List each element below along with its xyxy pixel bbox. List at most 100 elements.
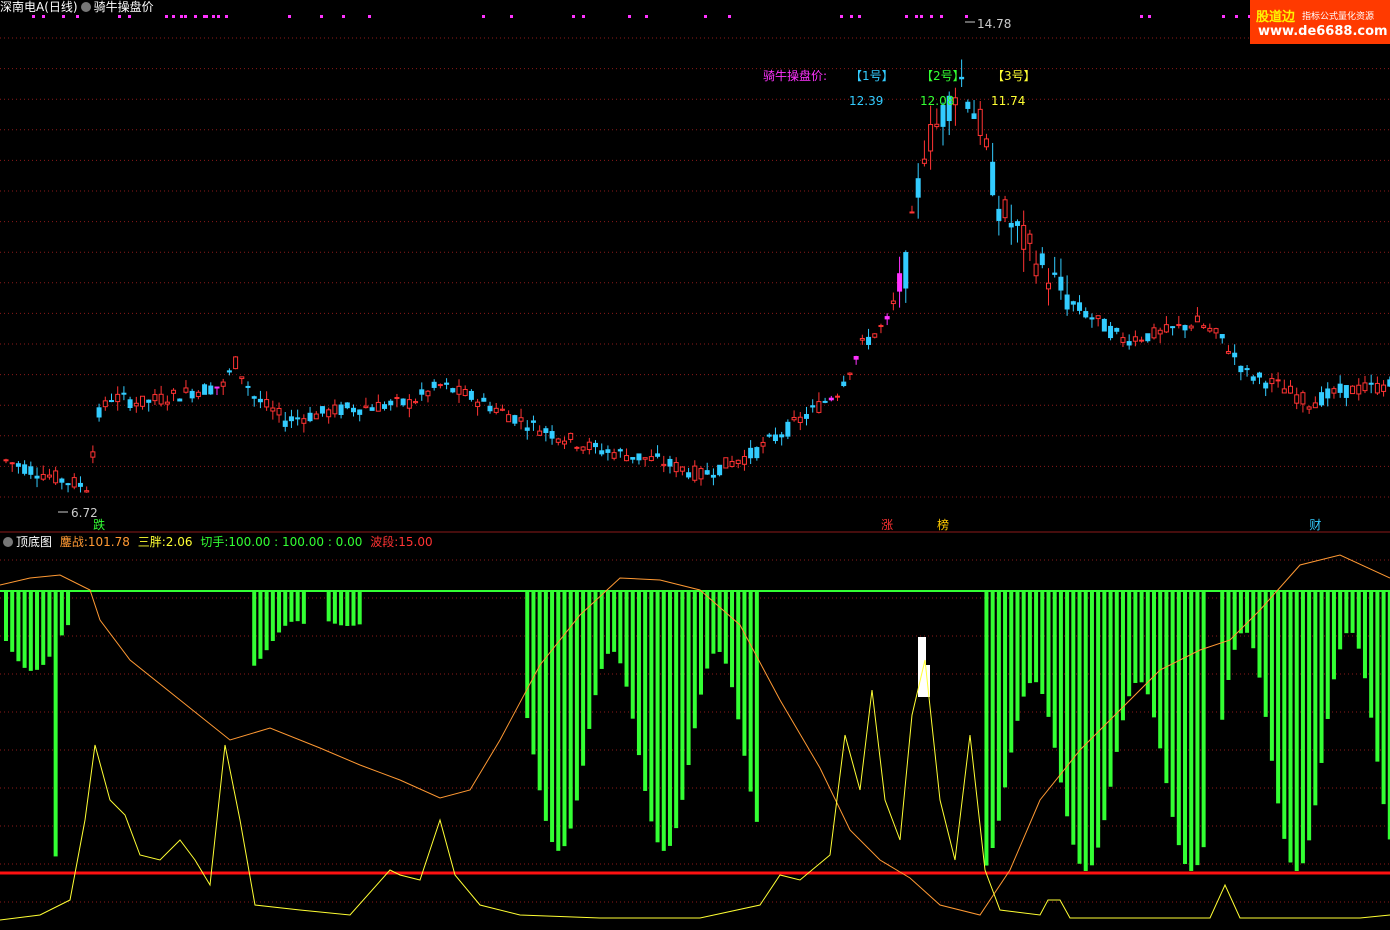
candle-body xyxy=(369,407,375,411)
oscillator-bar xyxy=(1276,591,1281,804)
high-price-label: 14.78 xyxy=(977,17,1012,31)
candle-body xyxy=(710,474,716,478)
candle-body xyxy=(208,385,214,395)
signal-dot xyxy=(645,15,648,18)
oscillator-bar xyxy=(28,591,33,671)
candle-body xyxy=(177,398,183,402)
candle-body xyxy=(518,417,524,422)
oscillator-bar xyxy=(754,591,759,822)
field-sanpang-value: 2.06 xyxy=(165,535,193,549)
candle-body xyxy=(388,400,394,406)
candle-body xyxy=(1350,385,1356,395)
candle-body xyxy=(1008,222,1014,228)
candle-body xyxy=(692,465,698,481)
candle-body xyxy=(1250,376,1256,381)
candle-body xyxy=(791,417,797,421)
oscillator-bar xyxy=(1046,591,1051,717)
watermark-brand: 股道边 xyxy=(1256,10,1296,25)
candle-body xyxy=(1319,392,1325,406)
signal-dot xyxy=(180,15,183,18)
candle-body xyxy=(1151,327,1157,339)
candle-body xyxy=(853,356,859,360)
candle-body xyxy=(1039,253,1045,266)
oscillator-bar xyxy=(264,591,269,651)
candle-body xyxy=(71,477,77,488)
candle-body xyxy=(140,395,146,407)
candle-body xyxy=(351,407,356,413)
candle-body xyxy=(766,434,772,437)
candle-body xyxy=(295,417,301,420)
candle-body xyxy=(835,395,841,398)
stock-chart[interactable]: 跌涨榜财 xyxy=(0,0,1390,930)
oscillator-bar xyxy=(277,591,282,633)
signal-dot xyxy=(582,15,585,18)
field-aozhan-value: 101.78 xyxy=(87,535,130,549)
candle-body xyxy=(53,470,59,484)
oscillator-bar xyxy=(326,591,331,622)
field-boduan-value: 15.00 xyxy=(398,535,433,549)
candle-body xyxy=(456,385,462,395)
candle-body xyxy=(450,388,456,393)
candle-body xyxy=(1281,388,1287,394)
candle-body xyxy=(872,333,878,338)
candle-body xyxy=(1126,341,1132,346)
candle-body xyxy=(239,376,245,380)
candle-body xyxy=(493,407,499,413)
candle-body xyxy=(1163,324,1169,333)
candle-body xyxy=(617,449,623,452)
oscillator-settings-icon[interactable] xyxy=(3,537,13,547)
field-boduan-name: 波段: xyxy=(370,535,399,549)
field-sanpang-name: 三胖: xyxy=(137,535,166,549)
candle-body xyxy=(1219,334,1225,339)
oscillator-header: 顶底图 鏖战:101.78 三胖:2.06 切手:100.00 : 100.00… xyxy=(0,535,433,549)
candle-body xyxy=(642,457,648,460)
candle-body xyxy=(400,398,406,406)
candle-body xyxy=(338,404,344,416)
candle-body xyxy=(270,407,276,412)
oscillator-bar xyxy=(636,591,641,756)
oscillator-bar xyxy=(1071,591,1076,845)
oscillator-bar xyxy=(1065,591,1070,817)
signal-dot xyxy=(368,15,371,18)
candle-body xyxy=(599,450,605,455)
signal-dot xyxy=(1222,15,1225,18)
oscillator-bar xyxy=(1139,591,1144,683)
indicator-settings-icon[interactable] xyxy=(80,2,91,12)
oscillator-bar xyxy=(1052,591,1057,748)
oscillator-bar xyxy=(1369,591,1374,718)
oscillator-bar xyxy=(1108,591,1113,787)
oscillator-bar xyxy=(1183,591,1188,865)
candle-body xyxy=(903,252,909,289)
signal-dot xyxy=(915,15,918,18)
candle-body xyxy=(1077,302,1083,311)
candle-body xyxy=(661,463,667,467)
candle-body xyxy=(667,458,673,467)
candle-body xyxy=(760,441,766,447)
candle-body xyxy=(344,402,350,409)
candle-body xyxy=(475,401,481,408)
oscillator-bar xyxy=(574,591,579,801)
candle-body xyxy=(1120,337,1126,343)
oscillator-bar xyxy=(1325,591,1330,719)
candle-body xyxy=(586,441,592,451)
candle-body xyxy=(866,336,872,345)
signal-dot xyxy=(184,15,187,18)
oscillator-bar xyxy=(1307,591,1312,841)
signal-label: 涨 xyxy=(881,517,893,532)
candle-body xyxy=(1275,379,1281,382)
candle-body xyxy=(983,138,989,148)
oscillator-bar xyxy=(1120,591,1125,721)
oscillator-bar xyxy=(605,591,610,654)
candle-body xyxy=(276,407,282,416)
oscillator-bar xyxy=(4,591,8,641)
candle-body xyxy=(1033,263,1039,277)
oscillator-bar xyxy=(295,591,300,622)
oscillator-bar xyxy=(1102,591,1107,821)
oscillator-bar xyxy=(35,591,40,670)
candle-body xyxy=(909,211,915,214)
oscillator-bar xyxy=(599,591,604,669)
oscillator-bar xyxy=(1338,591,1343,650)
candle-body xyxy=(1114,327,1120,332)
oscillator-bar xyxy=(996,591,1001,821)
candle-body xyxy=(884,316,890,320)
